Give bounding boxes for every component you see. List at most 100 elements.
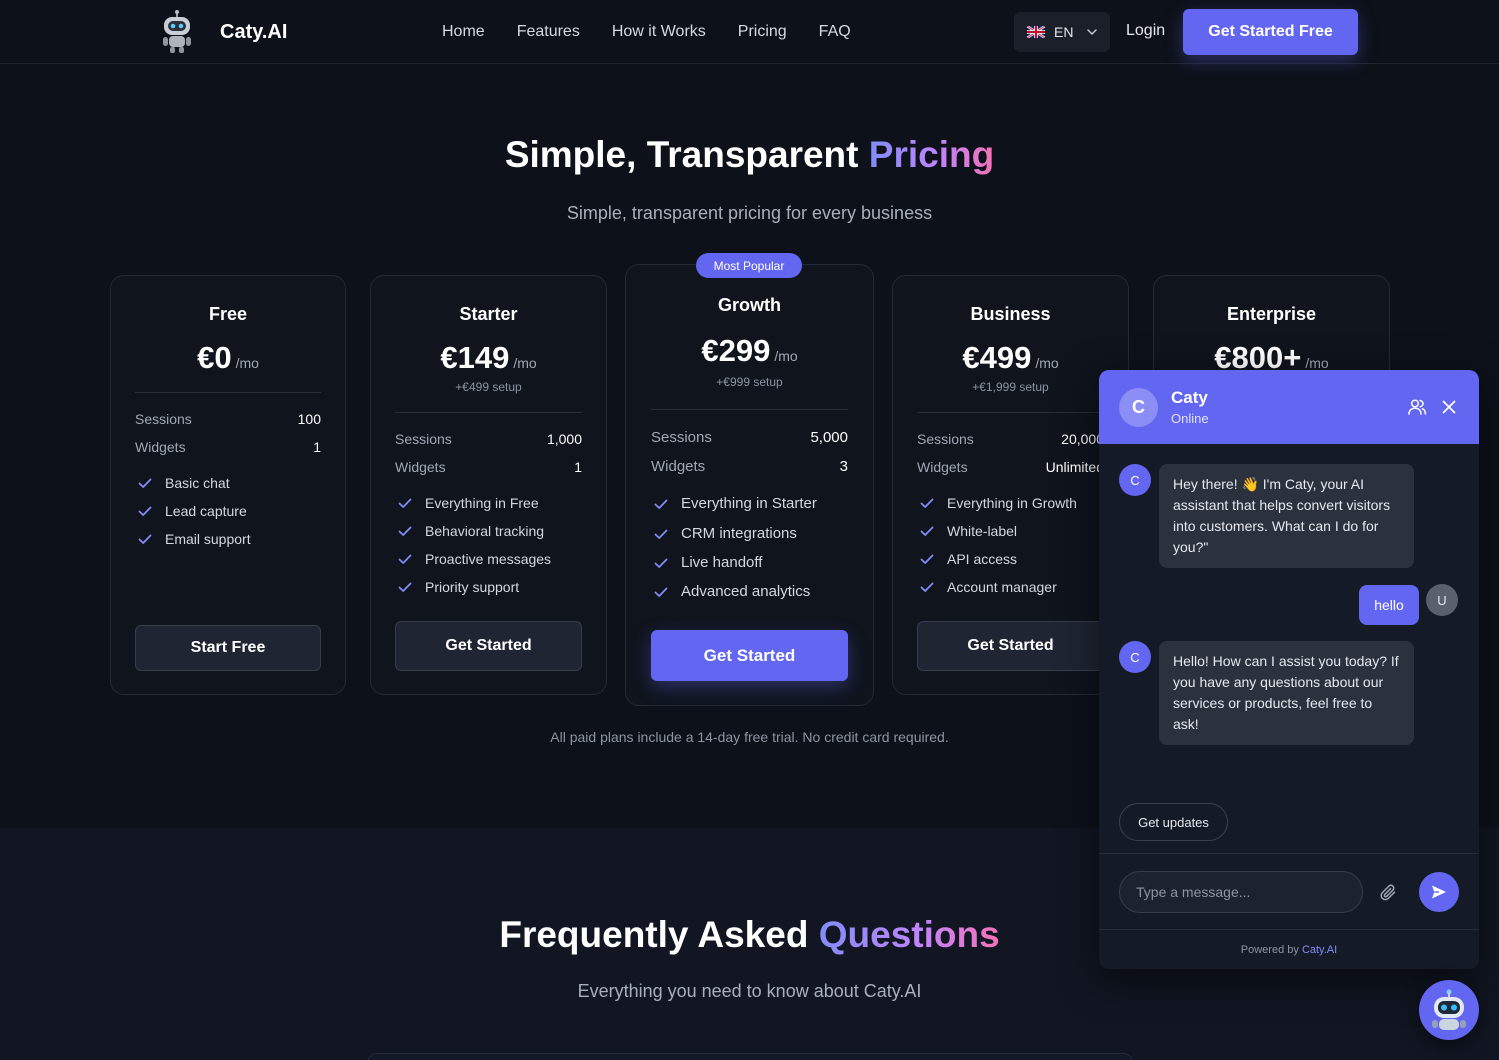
chat-launcher-button[interactable] [1419,980,1479,1040]
feature-item: Advanced analytics [653,583,810,600]
check-icon [920,554,934,564]
get-started-free-button[interactable]: Get Started Free [1183,9,1358,55]
feature-item: Live handoff [653,554,762,571]
plan-name: Free [208,304,248,324]
nav-link-home[interactable]: Home [426,23,501,41]
feature-label: Advanced analytics [681,583,811,600]
get-started-button[interactable]: Get Started [651,630,848,681]
feature-label: Email support [165,531,251,547]
feature-item: Proactive messages [397,551,551,567]
feature-label: Everything in Free [425,495,539,511]
login-link[interactable]: Login [1126,22,1165,40]
bot-message-avatar: C [1119,464,1151,496]
feature-item: CRM integrations [653,525,797,542]
brand-name: Caty.AI [220,20,288,43]
check-icon [138,534,152,544]
stat-value: 1,000 [546,431,582,447]
chat-input-bar [1099,853,1479,930]
feature-label: CRM integrations [681,525,797,542]
powered-brand-link[interactable]: Caty.AI [1302,944,1337,956]
price-period: /mo [1305,355,1329,371]
check-icon [398,582,412,592]
feature-label: Account manager [947,579,1057,595]
chat-widget: C Caty Online C Hey there! 👋 I'm Caty, y… [1099,370,1479,969]
check-icon [920,582,934,592]
chat-header: C Caty Online [1099,370,1479,444]
chevron-down-icon [1087,29,1098,35]
setup-fee: +€499 setup [455,380,522,394]
feature-item: White-label [919,523,1017,539]
feature-label: Basic chat [165,475,230,491]
feature-label: Live handoff [681,554,763,571]
get-started-button[interactable]: Get Started [917,621,1104,671]
feature-label: Priority support [425,579,520,595]
stat-label: Sessions [135,411,192,427]
feature-label: Lead capture [165,503,247,519]
chat-status: Online [1171,411,1209,426]
stat-widgets: Widgets 1 [135,439,321,455]
user-avatar: U [1426,584,1458,616]
plan-price: €499/mo [893,340,1128,376]
send-icon [1432,885,1446,899]
stat-value: 3 [839,458,848,475]
feature-label: Everything in Starter [681,495,817,512]
start-free-button[interactable]: Start Free [135,625,321,671]
setup-fee: +€1,999 setup [972,380,1049,394]
bot-message: Hello! How can I assist you today? If yo… [1159,641,1414,745]
feature-item: Lead capture [137,503,247,519]
top-navbar: Caty.AI Home Features How it Works Prici… [0,0,1499,64]
brand[interactable]: Caty.AI [160,10,287,54]
robot-launcher-icon [1432,989,1466,1030]
price-period: /mo [774,348,798,364]
check-icon [654,587,668,597]
stat-sessions: Sessions 20,000 [917,431,1104,447]
nav-link-faq[interactable]: FAQ [803,23,867,41]
bot-message-avatar: C [1119,641,1151,673]
check-icon [920,498,934,508]
feature-item: Behavioral tracking [397,523,544,539]
feature-item: Basic chat [137,475,230,491]
plan-card-business: Business €499/mo +€1,999 setup Sessions … [892,275,1129,695]
stat-label: Sessions [395,431,452,447]
powered-prefix: Powered by [1240,944,1299,956]
get-started-button[interactable]: Get Started [395,621,582,671]
stat-label: Sessions [917,431,974,447]
check-icon [138,478,152,488]
feature-item: Everything in Starter [653,495,817,512]
uk-flag-icon [1027,26,1045,38]
feature-label: Proactive messages [425,551,552,567]
feature-item: Priority support [397,579,519,595]
feature-label: Everything in Growth [947,495,1077,511]
language-selector[interactable]: EN [1014,12,1110,52]
plan-name: Enterprise [1226,304,1317,324]
setup-fee: +€999 setup [716,375,783,389]
pricing-title: Simple, Transparent Pricing [0,134,1499,176]
nav-link-pricing[interactable]: Pricing [722,23,803,41]
check-icon [654,499,668,509]
nav-link-how-it-works[interactable]: How it Works [596,23,722,41]
chat-message-input[interactable] [1119,871,1363,913]
nav-link-features[interactable]: Features [501,23,596,41]
pricing-title-main: Simple, Transparent [504,134,859,175]
plan-price: €149/mo [371,340,606,376]
feature-item: Everything in Free [397,495,539,511]
stat-label: Sessions [651,429,712,446]
price-period: /mo [235,355,259,371]
price-period: /mo [1035,355,1059,371]
check-icon [654,529,668,539]
plan-card-growth: Growth €299/mo +€999 setup Sessions 5,00… [625,264,874,706]
stat-value: 100 [297,411,321,427]
quick-reply-get-updates[interactable]: Get updates [1119,803,1228,841]
faq-item[interactable] [367,1053,1133,1060]
main-nav: Home Features How it Works Pricing FAQ [426,0,867,64]
bot-avatar: C [1119,388,1158,427]
close-icon[interactable] [1439,397,1459,417]
send-button[interactable] [1419,872,1459,912]
paperclip-icon[interactable] [1379,883,1399,903]
faq-title-highlight: Questions [818,914,1000,955]
plan-name: Growth [718,295,781,315]
check-icon [138,506,152,516]
users-icon[interactable] [1407,397,1427,417]
plan-price: €0/mo [111,340,345,376]
stat-value: 5,000 [810,429,848,446]
